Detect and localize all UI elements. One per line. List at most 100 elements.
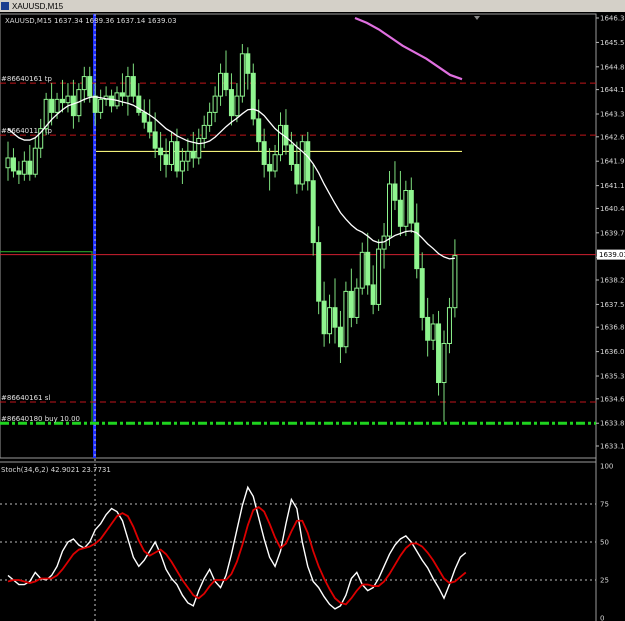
- candle-body: [348, 290, 354, 318]
- candle-body: [441, 342, 447, 384]
- price-tick-label: 1635.30: [600, 373, 625, 381]
- candle-body: [5, 157, 11, 169]
- price-tick-label: 1645.55: [600, 39, 625, 47]
- candle-body: [16, 170, 22, 175]
- stoch-title: Stoch(34,6,2) 42.9021 23.7731: [1, 466, 111, 474]
- candle-body: [109, 95, 115, 107]
- price-tick-label: 1646.30: [600, 15, 625, 23]
- stoch-tick-label: 50: [600, 539, 609, 547]
- candle-body: [376, 248, 382, 305]
- candle-body: [228, 89, 234, 117]
- candle-body: [223, 72, 229, 91]
- order-line-label: #86640161 tp: [1, 75, 52, 83]
- candle-body: [212, 95, 218, 113]
- price-tick-label: 1640.45: [600, 205, 625, 213]
- candle-body: [354, 287, 360, 318]
- candle-body: [234, 95, 240, 117]
- price-tick-label: 1644.80: [600, 63, 625, 71]
- candle-body: [87, 76, 93, 97]
- candle-body: [414, 222, 420, 270]
- candle-body: [305, 141, 311, 182]
- candle-body: [169, 141, 174, 165]
- price-tick-label: 1643.35: [600, 111, 625, 119]
- ohlc-header: XAUUSD,M15 1637.34 1639.36 1637.14 1639.…: [5, 17, 177, 25]
- candle-body: [288, 144, 294, 165]
- chart-window-icon: [1, 2, 9, 10]
- candle-body: [119, 92, 125, 97]
- candle-body: [370, 284, 376, 305]
- stoch-tick-label: 75: [600, 501, 609, 509]
- candle-body: [21, 160, 27, 175]
- trading-chart[interactable]: XAUUSD,M15 1646.30 1645.55 1644.80 1644.10 1…: [0, 0, 625, 621]
- candle-body: [27, 160, 33, 175]
- candle-body: [332, 307, 338, 328]
- candle-body: [387, 183, 392, 237]
- candle-body: [452, 255, 458, 309]
- window-titlebar[interactable]: [0, 0, 625, 12]
- candle-body: [185, 150, 191, 162]
- candle-body: [272, 154, 278, 172]
- candle-body: [446, 307, 452, 344]
- candle-body: [196, 137, 202, 159]
- candle-body: [174, 141, 180, 172]
- candle-body: [327, 307, 333, 335]
- candle-body: [261, 141, 267, 165]
- candle-body: [321, 300, 327, 335]
- candle-body: [179, 160, 185, 172]
- candle-body: [316, 242, 322, 302]
- candle-body: [365, 251, 371, 286]
- price-tick-label: 1641.90: [600, 158, 625, 166]
- candle-body: [98, 98, 104, 113]
- window-title: XAUUSD,M15: [12, 2, 64, 11]
- stoch-tick-label: 25: [600, 577, 609, 585]
- candle-body: [152, 131, 158, 149]
- candle-body: [114, 92, 120, 107]
- candle-body: [403, 190, 409, 227]
- candle-body: [141, 111, 147, 123]
- price-tick-label: 1636.05: [600, 348, 625, 356]
- price-tick-label: 1641.15: [600, 182, 625, 190]
- current-price-label: 1639.03: [599, 251, 625, 259]
- candle-body: [256, 118, 262, 143]
- candle-body: [245, 53, 251, 74]
- candle-body: [125, 76, 131, 97]
- price-tick-label: 1637.50: [600, 301, 625, 309]
- candle-body: [158, 147, 164, 156]
- price-tick-label: 1634.60: [600, 395, 625, 403]
- price-tick-label: 1633.15: [600, 443, 625, 451]
- candle-body: [130, 76, 136, 97]
- candle-body: [250, 72, 256, 120]
- candle-body: [147, 121, 153, 133]
- price-tick-label: 1644.10: [600, 86, 625, 94]
- candle-body: [190, 150, 196, 159]
- candle-body: [70, 95, 76, 117]
- candle-body: [430, 323, 436, 341]
- candle-body: [163, 154, 169, 165]
- candle-body: [419, 268, 425, 318]
- candle-body: [207, 111, 213, 126]
- candle-body: [92, 95, 98, 113]
- candle-body: [278, 124, 283, 156]
- candle-body: [239, 53, 245, 97]
- candle-body: [436, 323, 442, 384]
- candle-body: [49, 98, 55, 113]
- candle-body: [10, 157, 16, 172]
- stoch-tick-label: 0: [600, 615, 604, 621]
- candle-body: [81, 76, 87, 91]
- price-tick-label: 1639.70: [600, 229, 625, 237]
- candle-body: [408, 190, 414, 224]
- candle-body: [337, 326, 343, 348]
- candle-body: [310, 180, 316, 244]
- candle-body: [299, 141, 305, 185]
- candle-body: [218, 72, 224, 97]
- candle-body: [343, 290, 349, 348]
- candle-body: [359, 251, 365, 289]
- candle-body: [294, 163, 300, 185]
- stoch-tick-label: 100: [600, 463, 613, 471]
- candle-body: [392, 183, 398, 201]
- price-tick-label: 1636.80: [600, 324, 625, 332]
- candle-body: [283, 124, 289, 146]
- order-line-label: #86640161 sl: [1, 394, 50, 402]
- candle-body: [60, 98, 65, 104]
- price-tick-label: 1642.65: [600, 133, 625, 141]
